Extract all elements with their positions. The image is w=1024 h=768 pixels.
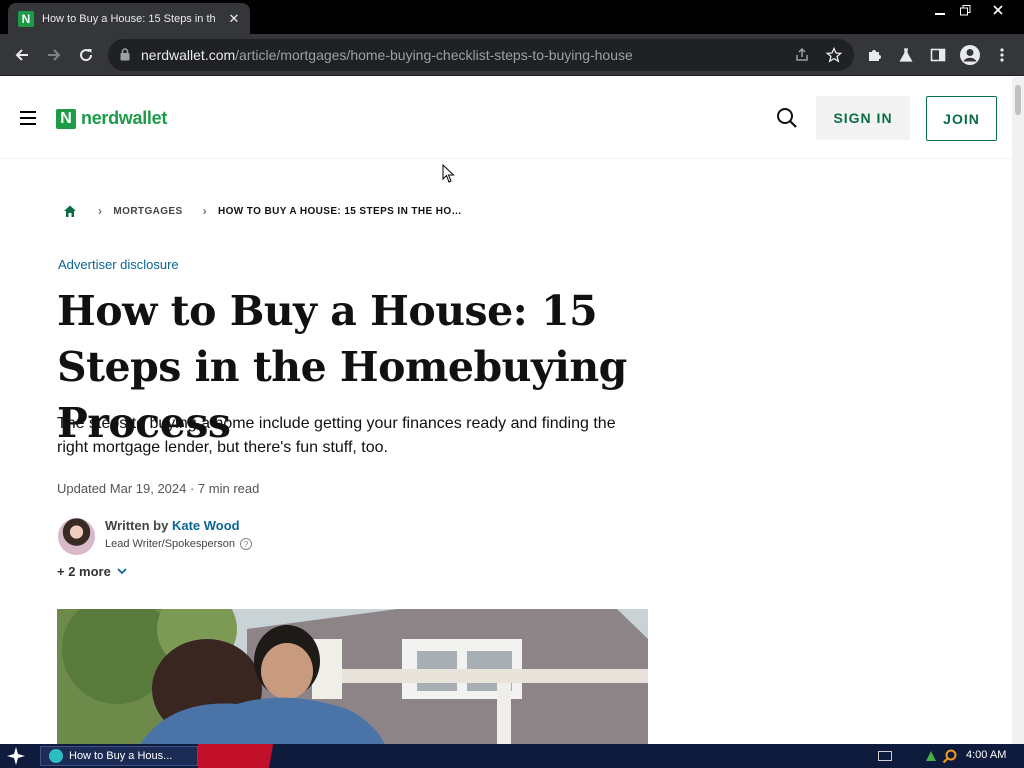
tab-title: How to Buy a House: 15 Steps in th xyxy=(42,12,216,25)
keyboard-tray-icon[interactable] xyxy=(878,751,892,761)
breadcrumb-separator-icon: › xyxy=(98,204,103,218)
lock-icon xyxy=(120,48,130,66)
hero-image xyxy=(57,609,648,744)
hamburger-menu-icon[interactable] xyxy=(20,111,36,125)
advertiser-disclosure-link[interactable]: Advertiser disclosure xyxy=(58,257,179,272)
more-authors-label: + 2 more xyxy=(57,564,111,579)
nerdwallet-logo[interactable]: N nerdwallet xyxy=(56,108,167,129)
taskbar-clock: 4:00 AM xyxy=(966,749,1007,761)
article-updated-date: Updated Mar 19, 2024 · 7 min read xyxy=(57,481,260,496)
reload-icon[interactable] xyxy=(74,43,98,67)
taskbar-browser-item[interactable]: How to Buy a Hous... xyxy=(40,746,198,766)
network-tray-icon[interactable] xyxy=(924,749,938,763)
logo-mark-icon: N xyxy=(56,108,76,129)
nerdwallet-favicon-icon: N xyxy=(18,10,34,27)
more-authors-toggle[interactable]: + 2 more xyxy=(57,564,127,579)
logo-text: nerdwallet xyxy=(81,108,168,128)
breadcrumb-separator-icon: › xyxy=(202,204,207,218)
breadcrumb-current-page: HOW TO BUY A HOUSE: 15 STEPS IN THE HO… xyxy=(217,205,462,217)
taskbar-item-label: How to Buy a Hous... xyxy=(69,750,173,762)
chevron-down-icon xyxy=(117,568,127,575)
back-arrow-icon[interactable] xyxy=(10,43,34,67)
labs-flask-icon[interactable] xyxy=(894,43,918,67)
join-button[interactable]: JOIN xyxy=(926,96,997,141)
start-star-icon[interactable] xyxy=(4,746,28,766)
extensions-puzzle-icon[interactable] xyxy=(862,43,886,67)
sign-in-button[interactable]: SIGN IN xyxy=(816,96,910,140)
taskbar-decoration xyxy=(198,744,318,768)
browser-tab[interactable]: N How to Buy a House: 15 Steps in th ✕ xyxy=(8,3,250,34)
author-written-by: Written by Kate Wood xyxy=(105,518,240,533)
side-panel-icon[interactable] xyxy=(926,43,950,67)
browser-menu-icon[interactable] xyxy=(990,43,1014,67)
os-taskbar: How to Buy a Hous... 4:00 AM xyxy=(0,744,1024,768)
mouse-cursor-icon xyxy=(442,164,455,183)
help-question-icon[interactable]: ? xyxy=(240,538,253,550)
article-dek: The steps to buying a home include getti… xyxy=(57,415,616,456)
author-role-text: Lead Writer/Spokesperson xyxy=(105,538,236,550)
share-icon[interactable] xyxy=(792,45,812,65)
bookmark-star-icon[interactable] xyxy=(824,45,844,65)
tab-close-icon[interactable]: ✕ xyxy=(226,11,242,27)
home-icon[interactable] xyxy=(62,203,78,219)
breadcrumb-mortgages-link[interactable]: MORTGAGES xyxy=(113,206,182,217)
written-by-label: Written by xyxy=(105,518,169,533)
browser-titlebar: N How to Buy a House: 15 Steps in th ✕ xyxy=(0,0,1024,34)
forward-arrow-icon[interactable] xyxy=(42,43,66,67)
author-name-link[interactable]: Kate Wood xyxy=(172,518,240,533)
author-avatar[interactable] xyxy=(58,518,95,555)
profile-avatar-icon[interactable] xyxy=(958,43,982,67)
breadcrumb: › MORTGAGES › HOW TO BUY A HOUSE: 15 STE… xyxy=(62,203,462,219)
site-header: N nerdwallet SIGN IN JOIN xyxy=(0,77,1012,159)
search-icon[interactable] xyxy=(776,107,798,129)
window-close-button[interactable] xyxy=(980,0,1016,20)
author-role: Lead Writer/Spokesperson ? xyxy=(105,538,253,550)
scrollbar-thumb[interactable] xyxy=(1015,85,1021,115)
url-text: nerdwallet.com/article/mortgages/home-bu… xyxy=(141,47,633,63)
browser-app-icon xyxy=(49,749,63,763)
page-content: N nerdwallet SIGN IN JOIN › MORTGAGES › … xyxy=(0,77,1012,744)
window-restore-button[interactable] xyxy=(953,0,977,20)
search-tray-icon[interactable] xyxy=(942,748,958,764)
address-bar[interactable]: nerdwallet.com/article/mortgages/home-bu… xyxy=(108,39,854,71)
browser-toolbar: nerdwallet.com/article/mortgages/home-bu… xyxy=(0,34,1024,76)
window-minimize-button[interactable] xyxy=(928,0,952,20)
page-scrollbar[interactable] xyxy=(1012,77,1024,744)
